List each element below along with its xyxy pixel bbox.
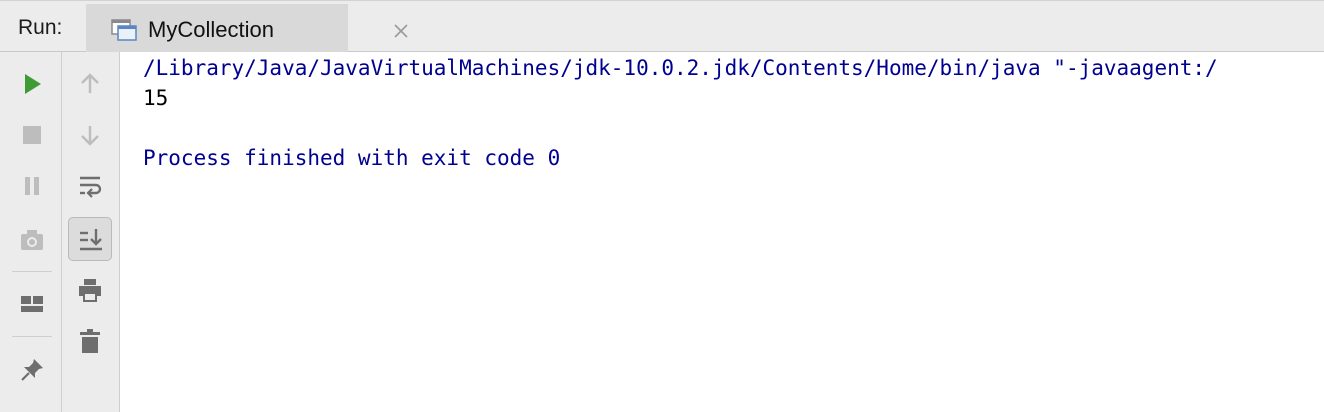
console-line-exit-status: Process finished with exit code 0 [143,146,561,170]
arrow-up-icon [81,73,99,93]
next-occurrence-button[interactable] [70,115,110,155]
run-tool-window-header: Run: MyCollection [0,0,1324,52]
application-window-icon [111,19,137,41]
tab-mycollection[interactable]: MyCollection [86,4,408,52]
camera-icon [21,230,43,250]
scroll-to-end-button[interactable] [68,217,112,261]
tab-title: MyCollection [148,17,274,42]
clear-all-button[interactable] [70,321,110,361]
layout-button[interactable] [12,284,52,324]
console-controls-toolbar [62,52,120,412]
stop-button[interactable] [12,115,52,155]
toolbar-separator [12,271,52,272]
rerun-icon [25,74,41,94]
previous-occurrence-button[interactable] [70,64,110,104]
soft-wrap-button[interactable] [70,166,110,206]
layout-icon [21,296,43,312]
toolbar-separator [12,336,52,337]
print-icon [79,279,101,302]
stop-icon [23,126,41,144]
scroll-to-end-icon [80,229,102,251]
console-line-output: 15 [143,86,169,110]
console-output[interactable]: /Library/Java/JavaVirtualMachines/jdk-10… [120,52,1324,412]
soft-wrap-icon [80,176,102,198]
console-line-command: /Library/Java/JavaVirtualMachines/jdk-10… [143,56,1218,80]
dump-threads-button[interactable] [12,220,52,260]
pause-icon [25,177,39,195]
run-controls-toolbar [0,52,62,412]
run-label: Run: [18,16,63,39]
close-icon[interactable] [391,21,411,41]
rerun-button[interactable] [12,64,52,104]
arrow-down-icon [81,126,99,146]
pin-tab-button[interactable] [12,350,52,390]
pause-button[interactable] [12,166,52,206]
trash-icon [80,329,100,353]
print-button[interactable] [70,270,110,310]
pin-icon [21,359,43,381]
